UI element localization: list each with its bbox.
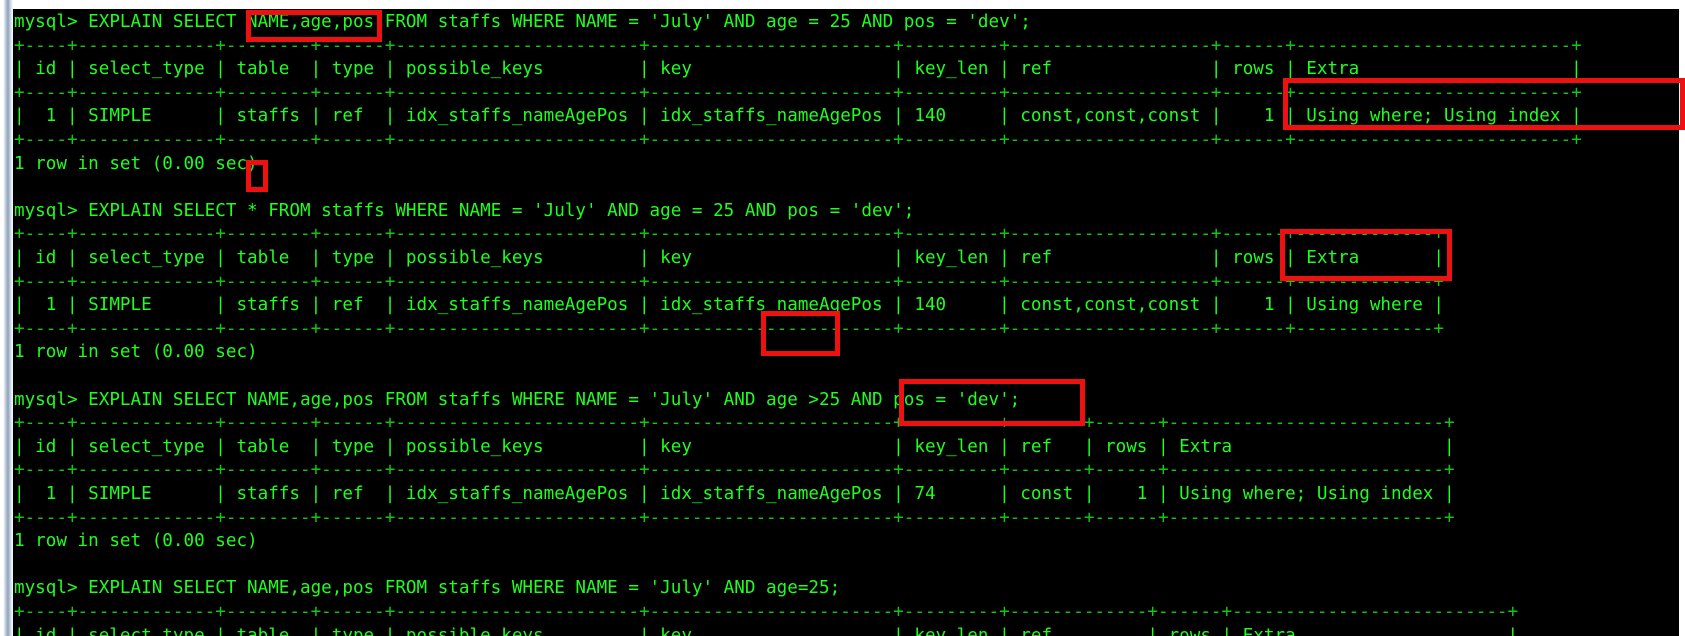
window-frame-right bbox=[1679, 0, 1685, 636]
table-data-line: | id | select_type | table | type | poss… bbox=[14, 59, 1582, 80]
terminal-prompt-line: mysql> EXPLAIN SELECT NAME,age,pos FROM … bbox=[14, 389, 1021, 410]
table-separator-line: +----+-------------+--------+------+----… bbox=[14, 130, 1582, 150]
terminal-prompt-line: mysql> EXPLAIN SELECT NAME,age,pos FROM … bbox=[14, 12, 1031, 32]
result-status-line: 1 row in set (0.00 sec) bbox=[14, 342, 258, 363]
terminal-prompt-line: mysql> EXPLAIN SELECT * FROM staffs WHER… bbox=[14, 200, 915, 221]
window-frame-top bbox=[0, 0, 1685, 9]
table-separator-line: +----+-------------+--------+------+----… bbox=[14, 318, 1444, 339]
screenshot-root: mysql> EXPLAIN SELECT NAME,age,pos FROM … bbox=[0, 0, 1685, 636]
table-separator-line: +----+-------------+--------+------+----… bbox=[14, 82, 1582, 103]
table-separator-line: +----+-------------+--------+------+----… bbox=[14, 35, 1582, 56]
table-data-line: | 1 | SIMPLE | staffs | ref | idx_staffs… bbox=[14, 484, 1455, 504]
table-separator-line: +----+-------------+--------+------+----… bbox=[14, 602, 1519, 622]
table-data-line: | id | select_type | table | type | poss… bbox=[14, 436, 1455, 457]
terminal-prompt-line: mysql> EXPLAIN SELECT NAME,age,pos FROM … bbox=[14, 578, 841, 599]
table-separator-line: +----+-------------+--------+------+----… bbox=[14, 413, 1455, 434]
result-status-line: 1 row in set (0.00 sec) bbox=[14, 531, 258, 552]
table-data-line: | id | select_type | table | type | poss… bbox=[14, 248, 1444, 268]
terminal-output-area[interactable]: mysql> EXPLAIN SELECT NAME,age,pos FROM … bbox=[13, 9, 1679, 636]
table-separator-line: +----+-------------+--------+------+----… bbox=[14, 460, 1455, 481]
window-frame-left-scrollbar[interactable] bbox=[0, 0, 13, 636]
table-separator-line: +----+-------------+--------+------+----… bbox=[14, 507, 1455, 528]
table-data-line: | id | select_type | table | type | poss… bbox=[14, 625, 1519, 636]
result-status-line: 1 row in set (0.00 sec) bbox=[14, 153, 258, 174]
table-data-line: | 1 | SIMPLE | staffs | ref | idx_staffs… bbox=[14, 106, 1582, 127]
table-separator-line: +----+-------------+--------+------+----… bbox=[14, 224, 1444, 245]
table-data-line: | 1 | SIMPLE | staffs | ref | idx_staffs… bbox=[14, 295, 1444, 316]
table-separator-line: +----+-------------+--------+------+----… bbox=[14, 271, 1444, 292]
